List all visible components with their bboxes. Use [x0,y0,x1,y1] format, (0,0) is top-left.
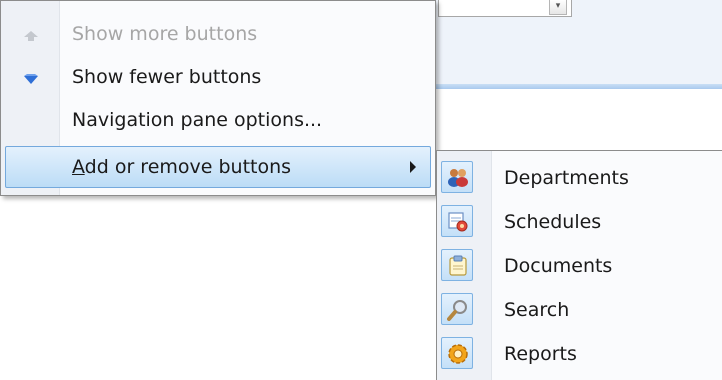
gear-report-icon [448,344,468,364]
menu-item-label: Show fewer buttons [72,66,262,88]
checked-indicator [441,337,473,369]
submenu-item-label: Departments [504,167,629,189]
menu-item-label: Navigation pane options... [72,109,323,131]
arrow-down-icon [23,70,39,89]
calendar-clock-icon [448,212,468,232]
submenu-item-search[interactable]: Search [437,287,722,331]
arrow-up-icon [23,27,39,46]
submenu-item-reports[interactable]: Reports [437,331,722,375]
submenu-item-documents[interactable]: Documents [437,243,722,287]
navigation-context-menu: Show more buttons Show fewer buttons Nav… [0,0,436,196]
submenu-arrow-icon [410,161,416,173]
submenu-item-schedules[interactable]: Schedules [437,199,722,243]
checked-indicator [441,161,473,193]
menu-item-label: Add or remove buttons [72,156,291,178]
people-icon [448,169,468,187]
checked-indicator [441,293,473,325]
menu-item-navigation-pane-options[interactable]: Navigation pane options... [5,99,431,141]
submenu-item-label: Reports [504,343,577,365]
menu-item-add-or-remove-buttons[interactable]: Add or remove buttons [5,146,431,188]
checked-indicator [441,249,473,281]
add-remove-buttons-submenu: Departments Schedules Documents Search R… [436,150,722,380]
menu-item-show-fewer-buttons[interactable]: Show fewer buttons [5,56,431,98]
menu-item-label: Show more buttons [72,23,258,45]
menu-item-show-more-buttons[interactable]: Show more buttons [5,13,431,55]
accelerator-key: A [72,156,85,178]
submenu-item-label: Search [504,299,570,321]
submenu-item-label: Documents [504,255,613,277]
dropdown-arrow-icon[interactable]: ▾ [549,0,567,15]
submenu-item-departments[interactable]: Departments [437,155,722,199]
submenu-item-label: Schedules [504,211,602,233]
checked-indicator [441,205,473,237]
magnifier-icon [447,300,467,321]
menu-item-label-rest: dd or remove buttons [84,156,292,178]
header-dropdown[interactable]: ▾ [438,0,572,17]
document-icon [449,255,467,276]
